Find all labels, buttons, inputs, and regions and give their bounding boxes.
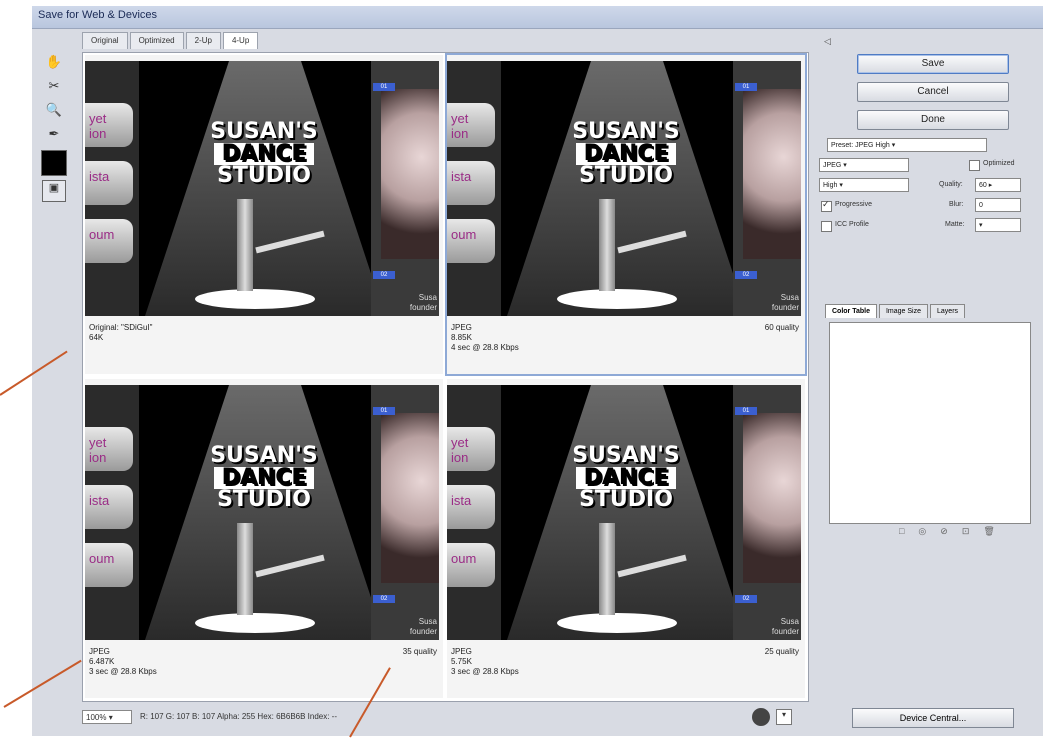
image-caption: Susa founder: [771, 293, 799, 312]
preview-pane-jpeg-60[interactable]: yet ion ista oum SUSAN'S DANCE STUDIO 01 02 S…: [445, 53, 807, 376]
pane-quality: 60 quality: [764, 323, 799, 332]
slice-badge: 01: [373, 83, 395, 91]
eyedropper-icon[interactable]: ✒: [43, 126, 65, 146]
color-table-actions[interactable]: □◎⊘⊡🗑: [899, 526, 1009, 537]
preview-pane-jpeg-25[interactable]: yet ion ista oum SUSAN'S DANCE STUDIO 01 02 S…: [447, 379, 805, 698]
slice-badge: 02: [735, 595, 757, 603]
hand-icon[interactable]: ✋: [43, 54, 65, 74]
preview-image: yet ion ista oum SUSAN'S DANCE STUDIO 01 02 S…: [85, 61, 439, 316]
image-title: SUSAN'S DANCE STUDIO: [572, 443, 680, 512]
view-tabs: Original Optimized 2-Up 4-Up: [82, 32, 260, 50]
slice-badge: 02: [373, 271, 395, 279]
save-button[interactable]: Save: [857, 54, 1009, 74]
preview-pane-jpeg-35[interactable]: yet ion ista oum SUSAN'S DANCE STUDIO 01 02 S…: [85, 379, 443, 698]
status-bar: 100% ▾ R: 107 G: 107 B: 107 Alpha: 255 H…: [82, 706, 807, 728]
pane-info: Original: "SDiGuI" 64K: [89, 323, 153, 342]
collapse-arrow-icon[interactable]: ◁: [824, 36, 831, 47]
browser-dropdown[interactable]: ▾: [776, 709, 792, 725]
pane-info: JPEG 6.487K 3 sec @ 28.8 Kbps: [89, 647, 157, 676]
image-title: SUSAN'S DANCE STUDIO: [210, 119, 318, 188]
matte-select[interactable]: ▾: [975, 218, 1021, 232]
slice-badge: 01: [373, 407, 395, 415]
slice-badge: 01: [735, 83, 757, 91]
nav-pill: oum: [85, 543, 133, 587]
icc-profile-label: ICC Profile: [835, 221, 869, 228]
progressive-label: Progressive: [835, 201, 872, 208]
nav-pill: oum: [85, 219, 133, 263]
nav-pill: yet ion: [447, 427, 495, 471]
pane-quality: 25 quality: [764, 647, 799, 656]
progressive-checkbox[interactable]: [821, 199, 832, 212]
slice-badge: 02: [373, 595, 395, 603]
tab-2-up[interactable]: 2-Up: [185, 32, 221, 49]
color-table-panel: Color Table Image Size Layers □◎⊘⊡🗑: [819, 304, 1043, 544]
slice-badge: 02: [735, 271, 757, 279]
preview-image: yet ion ista oum SUSAN'S DANCE STUDIO 01 02 S…: [85, 385, 439, 640]
window-title: Save for Web & Devices: [38, 9, 158, 21]
optimized-label: Optimized: [983, 160, 1015, 167]
pane-info: JPEG 5.75K 3 sec @ 28.8 Kbps: [451, 647, 519, 676]
tab-original[interactable]: Original: [82, 32, 128, 49]
tab-color-table[interactable]: Color Table: [825, 304, 877, 318]
tab-4-up[interactable]: 4-Up: [222, 32, 259, 49]
zoom-select[interactable]: 100% ▾: [82, 710, 132, 724]
tab-layers[interactable]: Layers: [930, 304, 966, 318]
nav-pill: oum: [447, 219, 495, 263]
zoom-icon[interactable]: 🔍: [43, 102, 65, 122]
nav-pill: yet ion: [447, 103, 495, 147]
blur-label: Blur:: [949, 201, 964, 208]
preview-image: yet ion ista oum SUSAN'S DANCE STUDIO 01 02 S…: [447, 385, 801, 640]
toggle-slices-icon[interactable]: ▣: [42, 180, 66, 202]
nav-pill: yet ion: [85, 103, 133, 147]
nav-pill: ista: [447, 161, 495, 205]
quality-input[interactable]: 60 ▸: [975, 178, 1021, 192]
save-for-web-dialog: Save for Web & Devices Original Optimize…: [32, 6, 1043, 736]
done-button[interactable]: Done: [857, 110, 1009, 130]
nav-pill: ista: [85, 485, 133, 529]
blur-input[interactable]: 0: [975, 198, 1021, 212]
nav-pill: ista: [447, 485, 495, 529]
image-title: SUSAN'S DANCE STUDIO: [210, 443, 318, 512]
format-select[interactable]: JPEG ▾: [819, 158, 909, 172]
image-title: SUSAN'S DANCE STUDIO: [572, 119, 680, 188]
title-bar: Save for Web & Devices: [32, 6, 1043, 29]
tab-image-size[interactable]: Image Size: [878, 304, 929, 318]
pane-info: JPEG 8.85K 4 sec @ 28.8 Kbps: [451, 323, 519, 352]
optimized-checkbox[interactable]: [969, 160, 980, 171]
preview-pane-original[interactable]: yet ion ista oum SUSAN'S DANCE STUDIO 01 02 S…: [85, 55, 443, 374]
image-caption: Susa founder: [409, 293, 437, 312]
portrait-photo: [381, 413, 439, 583]
icc-profile-checkbox[interactable]: [821, 221, 832, 232]
nav-pill: oum: [447, 543, 495, 587]
preview-area: yet ion ista oum SUSAN'S DANCE STUDIO 01 02 S…: [82, 52, 809, 702]
image-caption: Susa founder: [771, 617, 799, 636]
preset-select[interactable]: Preset: JPEG High ▾: [827, 138, 987, 152]
image-caption: Susa founder: [409, 617, 437, 636]
preview-image: yet ion ista oum SUSAN'S DANCE STUDIO 01 02 S…: [447, 61, 801, 316]
portrait-photo: [743, 89, 801, 259]
cancel-button[interactable]: Cancel: [857, 82, 1009, 102]
color-readout: R: 107 G: 107 B: 107 Alpha: 255 Hex: 6B6…: [140, 712, 338, 721]
nav-pill: ista: [85, 161, 133, 205]
eyedropper-color-swatch[interactable]: [41, 150, 67, 176]
portrait-photo: [381, 89, 439, 259]
color-table-grid: [829, 322, 1031, 524]
nav-pill: yet ion: [85, 427, 133, 471]
pane-quality: 35 quality: [402, 647, 437, 656]
compression-select[interactable]: High ▾: [819, 178, 909, 192]
toolbox: ✋ ✂ 🔍 ✒ ▣: [40, 54, 68, 206]
tab-optimized[interactable]: Optimized: [129, 32, 184, 49]
portrait-photo: [743, 413, 801, 583]
device-central-button[interactable]: Device Central...: [852, 708, 1014, 728]
preview-browser-icon[interactable]: [752, 708, 770, 726]
slice-select-icon[interactable]: ✂: [43, 78, 65, 98]
quality-label: Quality:: [939, 181, 963, 188]
slice-badge: 01: [735, 407, 757, 415]
matte-label: Matte:: [945, 221, 965, 228]
